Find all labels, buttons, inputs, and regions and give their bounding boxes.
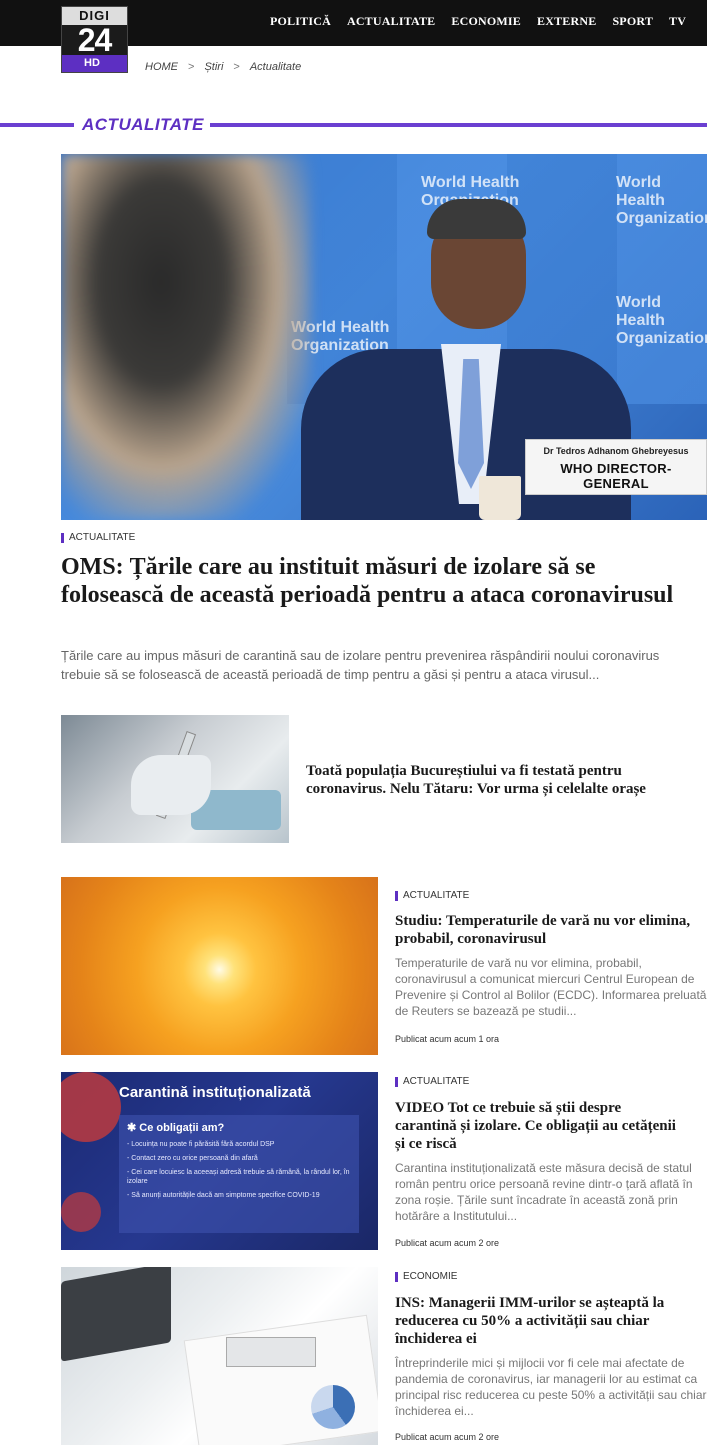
article-title[interactable]: INS: Managerii IMM-urilor se așteaptă la… bbox=[395, 1294, 700, 1348]
section-rule-right bbox=[210, 123, 707, 127]
hero-excerpt-line: Țările care au impus măsuri de carantină… bbox=[61, 648, 660, 663]
breadcrumb-home[interactable]: HOME bbox=[145, 61, 178, 73]
nameplate-name: Dr Tedros Adhanom Ghebreyesus bbox=[543, 446, 689, 456]
virus-illustration bbox=[61, 1072, 121, 1142]
article-thumbnail-testing[interactable] bbox=[61, 715, 289, 843]
infobox-item: - Să anunți autoritățile dacă am simptom… bbox=[127, 1192, 320, 1199]
section-rule-left bbox=[0, 123, 74, 127]
hero-excerpt-line: trebuie să se folosească de această peri… bbox=[61, 667, 600, 682]
hero-category[interactable]: ACTUALITATE bbox=[61, 532, 135, 543]
hero-headline[interactable]: OMS: Țările care au instituit măsuri de … bbox=[61, 553, 701, 609]
published-time: Publicat acum acum 2 ore bbox=[395, 1238, 500, 1248]
hero-excerpt: Țările care au impus măsuri de carantină… bbox=[61, 646, 707, 684]
article-category[interactable]: ECONOMIE bbox=[395, 1271, 457, 1282]
section-title: ACTUALITATE bbox=[82, 115, 204, 134]
who-backdrop-text: World HealthOrganization bbox=[616, 294, 707, 347]
hero-image[interactable]: World HealthOrganization World HealthOrg… bbox=[61, 154, 707, 520]
infobox-item: - Contact zero cu orice persoană din afa… bbox=[127, 1155, 258, 1162]
nav-tv[interactable]: TV bbox=[669, 14, 686, 29]
logo-line2: 24 bbox=[77, 22, 113, 58]
breadcrumb-current[interactable]: Actualitate bbox=[250, 61, 301, 73]
blurred-foreground-person bbox=[61, 154, 311, 520]
article-thumbnail-office[interactable] bbox=[61, 1267, 378, 1445]
document-sheet bbox=[183, 1314, 378, 1445]
thumbnail-title: Carantină instituționalizată bbox=[119, 1084, 311, 1101]
article-excerpt: Carantina instituționalizată este măsura… bbox=[395, 1161, 693, 1223]
nav-actualitate[interactable]: ACTUALITATE bbox=[347, 14, 435, 29]
infobox-item: - Locuința nu poate fi părăsită fără aco… bbox=[127, 1141, 275, 1148]
article-excerpt: Temperaturile de vară nu vor elimina, pr… bbox=[395, 956, 707, 1018]
speaker-nameplate: Dr Tedros Adhanom Ghebreyesus WHO DIRECT… bbox=[525, 439, 707, 495]
breadcrumb: HOME > Știri > Actualitate bbox=[145, 61, 301, 73]
speaker-hair bbox=[427, 199, 526, 239]
nav-sport[interactable]: SPORT bbox=[612, 14, 653, 29]
logo-line3: HD bbox=[62, 55, 127, 72]
paper-cup bbox=[479, 476, 521, 520]
article-thumbnail-sun[interactable] bbox=[61, 877, 378, 1055]
digi24-logo[interactable]: DIGI 24 HD bbox=[61, 6, 128, 73]
thumbnail-infobox: ✱ Ce obligații am? - Locuința nu poate f… bbox=[119, 1115, 359, 1233]
virus-illustration bbox=[61, 1192, 101, 1232]
laptop bbox=[61, 1267, 171, 1362]
main-nav: POLITICĂ ACTUALITATE ECONOMIE EXTERNE SP… bbox=[270, 14, 686, 29]
published-time: Publicat acum acum 1 ora bbox=[395, 1034, 500, 1044]
nav-economie[interactable]: ECONOMIE bbox=[451, 14, 521, 29]
article-category[interactable]: ACTUALITATE bbox=[395, 890, 469, 901]
nav-politica[interactable]: POLITICĂ bbox=[270, 14, 331, 29]
breadcrumb-separator: > bbox=[188, 61, 195, 73]
gloved-hand bbox=[131, 755, 211, 815]
article-category[interactable]: ACTUALITATE bbox=[395, 1076, 469, 1087]
nameplate-role: WHO DIRECTOR-GENERAL bbox=[560, 461, 672, 491]
infobox-heading: ✱ Ce obligații am? bbox=[127, 1122, 225, 1134]
article-excerpt: Întreprinderile mici și mijlocii vor fi … bbox=[395, 1356, 707, 1418]
article-title[interactable]: VIDEO Tot ce trebuie să știi despre cara… bbox=[395, 1099, 685, 1153]
calculator bbox=[226, 1337, 316, 1367]
infobox-item: - Cei care locuiesc la aceeași adresă tr… bbox=[127, 1169, 350, 1185]
article-title[interactable]: Toată populația Bucureștiului va fi test… bbox=[306, 762, 701, 798]
published-time: Publicat acum acum 2 ore bbox=[395, 1432, 500, 1442]
breadcrumb-stiri[interactable]: Știri bbox=[204, 61, 223, 73]
article-thumbnail-quarantine[interactable]: Carantină instituționalizată ✱ Ce obliga… bbox=[61, 1072, 378, 1250]
pie-chart-printout bbox=[311, 1385, 355, 1429]
top-navigation-bar: DIGI 24 HD POLITICĂ ACTUALITATE ECONOMIE… bbox=[0, 0, 707, 73]
nav-externe[interactable]: EXTERNE bbox=[537, 14, 596, 29]
who-backdrop-text: World HealthOrganization bbox=[616, 174, 707, 227]
article-title[interactable]: Studiu: Temperaturile de vară nu vor eli… bbox=[395, 912, 695, 948]
breadcrumb-separator: > bbox=[233, 61, 240, 73]
